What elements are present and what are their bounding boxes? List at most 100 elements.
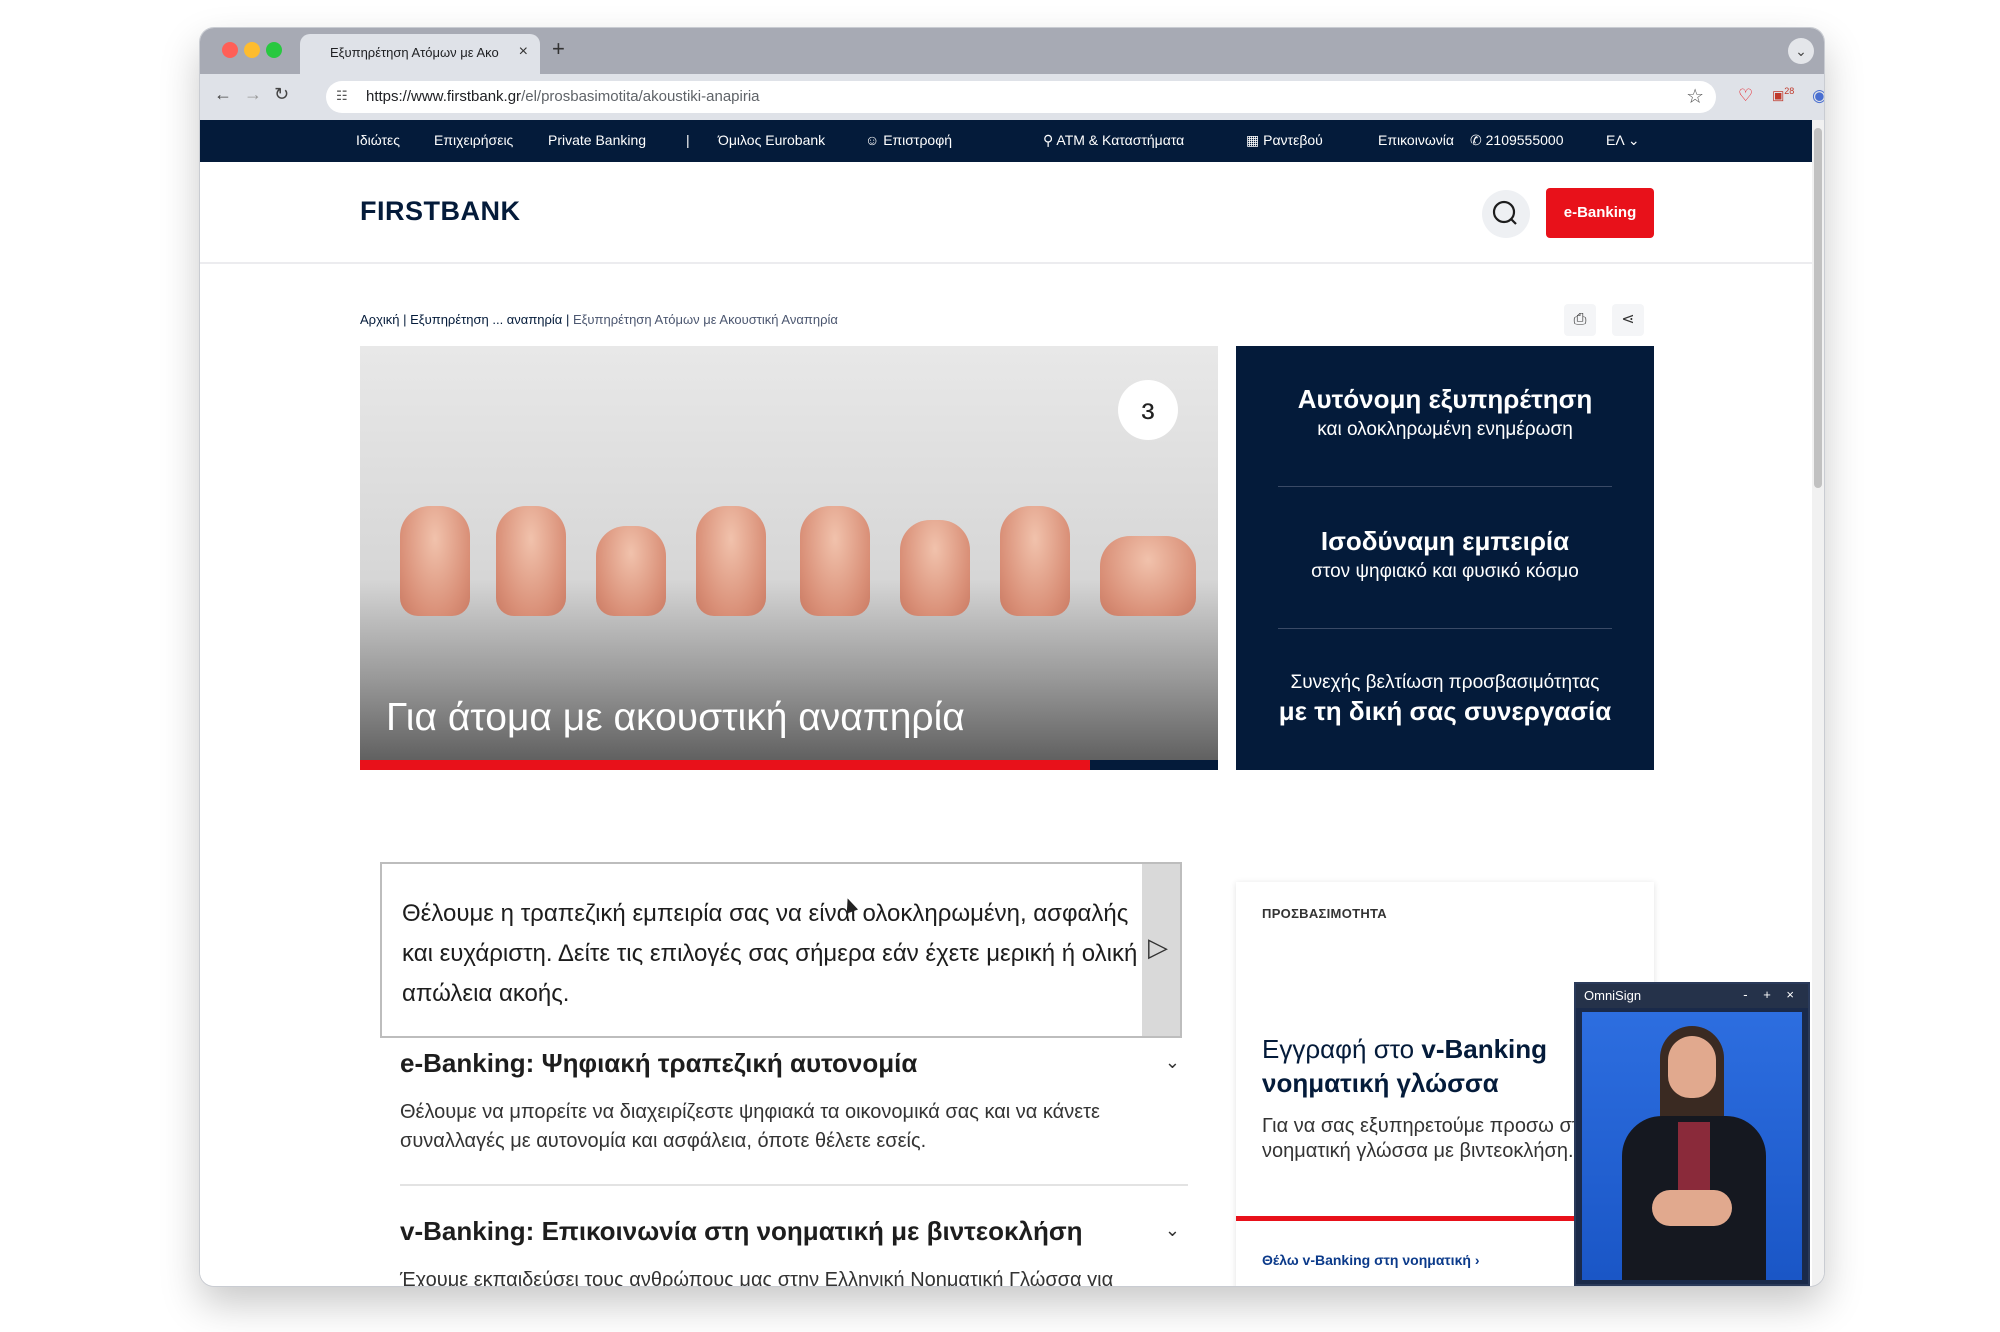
minimize-window-button[interactable] — [244, 42, 260, 58]
search-button[interactable] — [1482, 190, 1530, 238]
hero-accent-bar — [360, 760, 1090, 770]
nav-return[interactable]: ☺ Επιστροφή — [865, 132, 952, 148]
new-tab-icon[interactable]: + — [552, 36, 565, 62]
nav-private-banking[interactable]: Private Banking — [548, 132, 646, 148]
maximize-window-button[interactable] — [266, 42, 282, 58]
vbanking-signup-link-label: Θέλω v-Banking στη νοηματική — [1262, 1252, 1471, 1268]
nav-contact[interactable]: Επικοινωνία — [1378, 132, 1454, 148]
intro-text: Θέλουμε η τραπεζική εμπειρία σας να είνα… — [402, 900, 1138, 1007]
print-icon[interactable]: ⎙ — [1564, 304, 1596, 336]
language-selector[interactable]: ΕΛ ⌄ — [1606, 132, 1640, 149]
interpreter-shirt — [1678, 1122, 1710, 1192]
breadcrumb: Αρχική | Εξυπηρέτηση ... αναπηρία | Εξυπ… — [360, 312, 838, 327]
vbanking-signup-link[interactable]: Θέλω v-Banking στη νοηματική › — [1262, 1252, 1480, 1268]
page-content: FIRSTBANK e-Banking Αρχική | Εξυπηρέτηση… — [200, 162, 1812, 1286]
location-pin-icon: ⚲ — [1043, 132, 1054, 148]
reload-icon[interactable]: ↻ — [274, 84, 289, 105]
url-text[interactable]: https://www.firstbank.gr/el/prosbasimoti… — [366, 88, 760, 105]
card-title-bold-2: νοηματική γλώσσα — [1262, 1068, 1499, 1098]
nav-atm-branches[interactable]: ⚲ ATM & Καταστήματα — [1043, 132, 1184, 149]
tab-close-icon[interactable]: × — [519, 43, 528, 61]
site-header: FIRSTBANK e-Banking — [200, 162, 1812, 264]
accordion-title[interactable]: v-Banking: Επικοινωνία στη νοηματική με … — [400, 1216, 1083, 1247]
promo-panel: Αυτόνομη εξυπηρέτηση και ολοκληρωμένη εν… — [1236, 346, 1654, 770]
intro-box: Θέλουμε η τραπεζική εμπειρία σας να είνα… — [380, 862, 1182, 1038]
hero-title: Για άτομα με ακουστική αναπηρία — [386, 696, 965, 739]
browser-toolbar: ← → ↻ ☷ https://www.firstbank.gr/el/pros… — [200, 74, 1824, 120]
breadcrumb-home[interactable]: Αρχική — [360, 312, 400, 327]
scrollbar-thumb[interactable] — [1814, 128, 1822, 488]
url-domain: https://www.firstbank.gr — [366, 88, 522, 105]
firstbank-logo[interactable]: FIRSTBANK — [360, 196, 521, 227]
page-scrollbar[interactable] — [1812, 120, 1824, 1286]
nav-appointment-label: Ραντεβού — [1263, 132, 1323, 148]
promo-block-2-heading: Ισοδύναμη εμπειρία — [1320, 526, 1570, 556]
interpreter-hands — [1652, 1190, 1732, 1226]
chevron-down-icon[interactable]: ⌄ — [1165, 1220, 1180, 1241]
address-bar[interactable]: ☷ https://www.firstbank.gr/el/prosbasimo… — [326, 81, 1716, 113]
hero-banner: ɜ Για άτομα με ακουστική αναπηρία — [360, 346, 1218, 770]
return-icon: ☺ — [865, 132, 880, 148]
accordion-body: Θέλουμε να μπορείτε να διαχειρίζεστε ψηφ… — [400, 1101, 1100, 1152]
omnisign-window-controls[interactable]: - + × — [1743, 987, 1800, 1002]
bookmark-star-icon[interactable]: ☆ — [1686, 84, 1704, 109]
chevron-down-icon: ⌄ — [1627, 132, 1640, 148]
nav-businesses[interactable]: Επιχειρήσεις — [434, 132, 513, 148]
promo-block-1-text: και ολοκληρωμένη ενημέρωση — [1317, 419, 1573, 440]
language-label: ΕΛ — [1606, 132, 1624, 148]
accordion-title[interactable]: e-Banking: Ψηφιακή τραπεζική αυτονομία — [400, 1048, 917, 1079]
breadcrumb-parent[interactable]: Εξυπηρέτηση ... αναπηρία — [410, 312, 562, 327]
pocket-icon[interactable]: ♡ — [1738, 86, 1753, 106]
nav-phone-number: 2109555000 — [1485, 132, 1564, 148]
nav-eurobank-group[interactable]: Όμιλος Eurobank — [718, 132, 825, 148]
omnisign-titlebar[interactable]: OmniSign - + × — [1576, 984, 1808, 1008]
site-info-icon[interactable]: ☷ — [336, 88, 348, 104]
extension-badge: 28 — [1784, 86, 1795, 96]
play-icon: ▷ — [1148, 932, 1168, 962]
chevron-down-icon[interactable]: ⌄ — [1165, 1052, 1180, 1073]
search-icon — [1492, 200, 1517, 225]
tab-search-icon[interactable]: ⌄ — [1788, 38, 1814, 64]
ebanking-button[interactable]: e-Banking — [1546, 188, 1654, 238]
intro-video-toggle[interactable]: ▷ — [1142, 864, 1180, 1036]
nav-separator: | — [686, 132, 690, 148]
url-path: /el/prosbasimotita/akoustiki-anapiria — [521, 88, 760, 105]
tab-title: Εξυπηρέτηση Ατόμων με Ακο — [330, 45, 499, 60]
close-window-button[interactable] — [222, 42, 238, 58]
tab-strip: Εξυπηρέτηση Ατόμων με Ακο × + ⌄ — [200, 28, 1824, 74]
card-title-bold: v-Banking — [1421, 1034, 1548, 1064]
calendar-extension-icon[interactable]: ▣28 — [1772, 86, 1794, 103]
breadcrumb-current: Εξυπηρέτηση Ατόμων με Ακουστική Αναπηρία — [572, 312, 838, 327]
card-kicker: ΠΡΟΣΒΑΣΙΜΟΤΗΤΑ — [1262, 906, 1387, 921]
sign-interpreter-video — [1582, 1012, 1802, 1280]
promo-block-3: Συνεχής βελτίωση προσβασιμότητας με τη δ… — [1236, 668, 1654, 727]
nav-individuals[interactable]: Ιδιώτες — [356, 132, 400, 148]
calendar-icon: ▦ — [1246, 132, 1260, 148]
share-icon[interactable]: ⋖ — [1612, 304, 1644, 336]
omnisign-widget[interactable]: OmniSign - + × — [1574, 982, 1810, 1286]
promo-block-1: Αυτόνομη εξυπηρέτηση και ολοκληρωμένη εν… — [1236, 384, 1654, 441]
promo-block-2-text: στον ψηφιακό και φυσικό κόσμο — [1311, 561, 1579, 582]
accordion-divider — [400, 1184, 1188, 1186]
profile-extension-icon[interactable]: ◉ — [1812, 86, 1824, 106]
promo-block-3-text: Συνεχής βελτίωση προσβασιμότητας — [1290, 672, 1600, 693]
card-title-prefix: Εγγραφή στο — [1262, 1034, 1415, 1064]
nav-phone[interactable]: ✆ 2109555000 — [1470, 132, 1564, 149]
browser-tab[interactable]: Εξυπηρέτηση Ατόμων με Ακο × — [300, 34, 540, 74]
promo-block-1-heading: Αυτόνομη εξυπηρέτηση — [1297, 384, 1593, 414]
nav-appointment[interactable]: ▦ Ραντεβού — [1246, 132, 1323, 149]
hero-accent-bar-navy — [1090, 760, 1218, 770]
omnisign-title: OmniSign — [1584, 988, 1642, 1003]
interpreter-head — [1668, 1036, 1716, 1098]
hearing-impaired-icon: ɜ — [1118, 380, 1178, 440]
promo-block-3-heading: με τη δική σας συνεργασία — [1278, 696, 1612, 726]
forward-icon[interactable]: → — [244, 84, 262, 105]
nav-return-label: Επιστροφή — [883, 132, 953, 148]
promo-block-2: Ισοδύναμη εμπειρία στον ψηφιακό και φυσι… — [1236, 526, 1654, 583]
phone-icon: ✆ — [1470, 132, 1482, 148]
accordion-body: Έχουμε εκπαιδεύσει τους ανθρώπους μας στ… — [400, 1269, 1114, 1286]
back-icon[interactable]: ← — [214, 84, 232, 105]
site-top-nav: Ιδιώτες Επιχειρήσεις Private Banking | Ό… — [200, 120, 1812, 162]
nav-atm-label: ATM & Καταστήματα — [1056, 132, 1185, 148]
sign-language-hands-image — [400, 506, 1196, 626]
